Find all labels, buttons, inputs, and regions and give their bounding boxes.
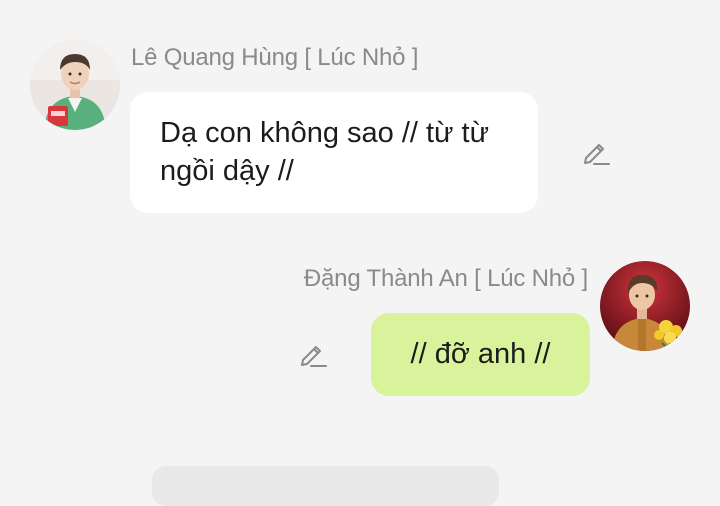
avatar-photo-boy-green-jacket bbox=[30, 40, 120, 130]
sender-avatar[interactable] bbox=[600, 261, 690, 351]
sender-name: Đặng Thành An [ Lúc Nhỏ ] bbox=[303, 265, 588, 292]
pencil-edit-icon-graphic bbox=[584, 144, 610, 165]
sender-name: Lê Quang Hùng [ Lúc Nhỏ ] bbox=[131, 44, 419, 71]
message-text: Dạ con không sao // từ từ ngồi dậy // bbox=[160, 117, 489, 187]
message-bubble-outgoing[interactable]: // đỡ anh // bbox=[371, 313, 590, 396]
pencil-edit-icon-graphic bbox=[301, 346, 327, 367]
avatar-photo-boy-flowers bbox=[600, 261, 690, 351]
message-text: // đỡ anh // bbox=[410, 338, 551, 370]
message-bubble-incoming[interactable]: Dạ con không sao // từ từ ngồi dậy // bbox=[130, 92, 538, 213]
sender-avatar[interactable] bbox=[30, 40, 120, 130]
pencil-edit-icon[interactable] bbox=[580, 137, 610, 167]
pencil-edit-icon[interactable] bbox=[297, 339, 327, 369]
message-bubble-partial[interactable] bbox=[152, 466, 499, 506]
